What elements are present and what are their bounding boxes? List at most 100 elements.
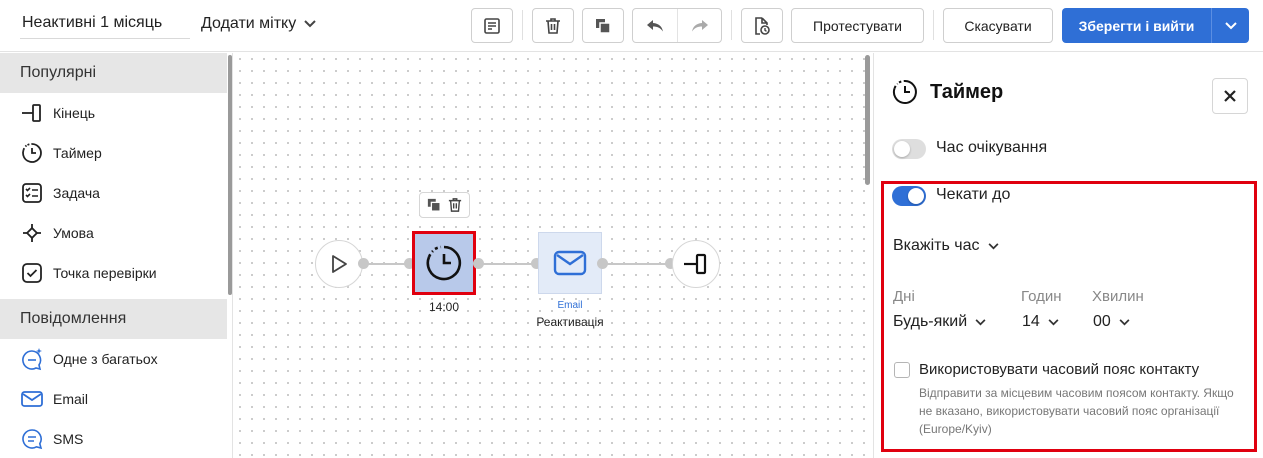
- timer-node-label: 14:00: [428, 300, 460, 314]
- days-header: Дні: [893, 288, 915, 305]
- start-node[interactable]: [315, 240, 363, 288]
- email-node[interactable]: [538, 232, 602, 294]
- email-icon: [20, 387, 44, 411]
- palette-item-one-of-many[interactable]: Одне з багатьох: [0, 339, 232, 379]
- minutes-value: 00: [1093, 313, 1111, 330]
- palette-item-label: Email: [53, 391, 89, 407]
- palette-item-label: Точка перевірки: [53, 265, 157, 281]
- contact-timezone-help: Відправити за місцевим часовим поясом ко…: [919, 386, 1234, 436]
- minutes-header: Хвилин: [1092, 288, 1144, 305]
- email-node-type: Email: [557, 300, 583, 311]
- hours-header: Годин: [1021, 288, 1062, 305]
- timer-icon: [426, 245, 462, 281]
- chevron-down-icon: [975, 318, 986, 325]
- redo-icon: [691, 19, 708, 31]
- save-and-exit-button[interactable]: Зберегти і вийти: [1062, 8, 1249, 43]
- email-node-label: Реактивація: [536, 315, 604, 329]
- copy-button[interactable]: [582, 8, 624, 43]
- trash-icon[interactable]: [448, 197, 462, 213]
- palette-item-email[interactable]: Email: [0, 379, 232, 419]
- contact-timezone-checkbox[interactable]: [894, 362, 910, 378]
- node-action-toolbar: [419, 192, 470, 218]
- chevron-down-icon: [1119, 318, 1130, 325]
- palette-item-end[interactable]: Кінець: [0, 93, 232, 133]
- sparkle-chat-icon: [20, 347, 44, 371]
- close-panel-button[interactable]: [1212, 78, 1248, 114]
- document-history-icon: [755, 16, 770, 35]
- hours-select[interactable]: 14: [1022, 313, 1059, 331]
- timer-settings-panel: Таймер Час очікування Чекати до Вкажіть …: [873, 53, 1263, 458]
- toolbar-divider: [731, 10, 732, 40]
- play-icon: [332, 255, 347, 273]
- palette-scrollbar[interactable]: [228, 55, 232, 295]
- add-tag-button[interactable]: Додати мітку: [201, 12, 316, 36]
- section-messages: Повідомлення: [0, 299, 227, 339]
- task-list-icon: [20, 181, 44, 205]
- canvas-scrollbar[interactable]: [865, 55, 870, 185]
- toggle-knob: [894, 141, 910, 157]
- specify-time-dropdown[interactable]: Вкажіть час: [893, 237, 999, 255]
- palette-item-label: Задача: [53, 185, 100, 201]
- history-button[interactable]: [741, 8, 783, 43]
- end-node[interactable]: [672, 240, 720, 288]
- minutes-select[interactable]: 00: [1093, 313, 1130, 331]
- wait-until-toggle[interactable]: [892, 186, 926, 206]
- undo-redo-group: [632, 8, 722, 43]
- checkpoint-icon: [20, 261, 44, 285]
- cancel-button[interactable]: Скасувати: [943, 8, 1053, 43]
- trash-icon: [546, 17, 560, 34]
- connector-line: [481, 263, 538, 265]
- palette-item-sms[interactable]: SMS: [0, 419, 232, 458]
- undo-icon: [647, 19, 663, 31]
- hours-value: 14: [1022, 313, 1040, 330]
- save-and-exit-label[interactable]: Зберегти і вийти: [1062, 8, 1211, 43]
- notes-button[interactable]: [471, 8, 513, 43]
- toolbar-divider: [933, 10, 934, 40]
- days-value: Будь-який: [893, 313, 968, 330]
- wait-until-label: Чекати до: [936, 186, 1011, 203]
- condition-icon: [20, 221, 44, 245]
- toolbar-divider: [522, 10, 523, 40]
- specify-time-label: Вкажіть час: [893, 237, 980, 254]
- wait-time-toggle[interactable]: [892, 139, 926, 159]
- palette-item-condition[interactable]: Умова: [0, 213, 232, 253]
- sms-icon: [20, 427, 44, 451]
- workflow-name-input[interactable]: Неактивні 1 місяць: [20, 10, 190, 39]
- timer-icon: [20, 141, 44, 165]
- palette-item-task[interactable]: Задача: [0, 173, 232, 213]
- palette-item-label: Умова: [53, 225, 94, 241]
- undo-button[interactable]: [633, 9, 677, 42]
- connector-line: [605, 263, 672, 265]
- end-icon: [684, 253, 707, 275]
- palette-item-label: Кінець: [53, 105, 96, 121]
- timer-icon: [892, 80, 917, 104]
- contact-timezone-label: Використовувати часовий пояс контакту: [919, 361, 1200, 378]
- chevron-down-icon: [1224, 21, 1237, 29]
- days-select[interactable]: Будь-який: [893, 313, 986, 331]
- palette-item-label: Одне з багатьох: [53, 351, 158, 367]
- end-icon: [20, 101, 44, 125]
- redo-button[interactable]: [677, 9, 721, 42]
- chevron-down-icon: [1048, 318, 1059, 325]
- panel-title-text: Таймер: [930, 80, 1004, 103]
- palette-item-label: SMS: [53, 431, 84, 447]
- save-options-dropdown[interactable]: [1211, 8, 1249, 43]
- copy-icon: [596, 18, 611, 34]
- copy-icon[interactable]: [427, 198, 442, 212]
- section-popular: Популярні: [0, 53, 227, 93]
- email-icon: [553, 250, 587, 276]
- close-icon: [1224, 90, 1236, 102]
- top-toolbar: Неактивні 1 місяць Додати мітку Протесту…: [0, 0, 1263, 52]
- toggle-knob: [908, 188, 924, 204]
- test-button[interactable]: Протестувати: [791, 8, 924, 43]
- palette-item-timer[interactable]: Таймер: [0, 133, 232, 173]
- wait-time-label: Час очікування: [936, 139, 1048, 156]
- notes-icon: [484, 17, 500, 34]
- panel-title: Таймер: [892, 79, 1003, 105]
- element-palette: Популярні Кінець Таймер Задача Умова Точ…: [0, 53, 233, 458]
- chevron-down-icon: [304, 20, 316, 28]
- delete-button[interactable]: [532, 8, 574, 43]
- chevron-down-icon: [988, 242, 999, 249]
- palette-item-checkpoint[interactable]: Точка перевірки: [0, 253, 232, 293]
- timer-node[interactable]: [412, 231, 476, 295]
